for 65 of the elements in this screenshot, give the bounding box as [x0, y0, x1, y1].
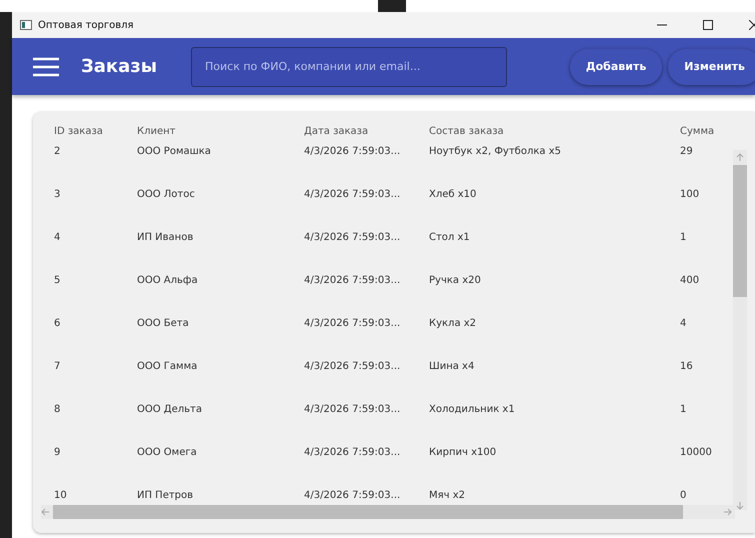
table-cell-text: 5 [54, 275, 60, 288]
table-cell-text: 4 [54, 232, 60, 245]
table-cell-text: ИП Иванов [137, 232, 194, 245]
table-cell-text: ООО Дельта [137, 404, 202, 417]
table-cell-text: ООО Лотос [137, 189, 195, 202]
table-cell-text: 4/3/2026 7:59:03... [304, 232, 400, 245]
table-cell-text: 4/3/2026 7:59:03... [304, 146, 400, 159]
table-cell-text: 0 [680, 490, 686, 503]
table-cell-text: 6 [54, 318, 60, 331]
table-cell-text: 29 [680, 146, 693, 159]
table-cell-text: 2 [54, 146, 60, 159]
table-cell-text: 10 [54, 490, 67, 503]
table-cell-text: 4/3/2026 7:59:03... [304, 189, 400, 202]
table-cell-text: 1 [680, 404, 686, 417]
column-header: ID заказа [54, 126, 103, 139]
header-button[interactable]: Изменить [668, 48, 755, 84]
maximize-icon[interactable] [703, 20, 713, 30]
column-header: Состав заказа [429, 126, 504, 139]
horizontal-scrollbar[interactable] [41, 505, 735, 519]
table-cell-text: Кукла x2 [429, 318, 476, 331]
table-cell-text: 4/3/2026 7:59:03... [304, 404, 400, 417]
table-cell-text: 4/3/2026 7:59:03... [304, 447, 400, 460]
table-cell-text: 100 [680, 189, 700, 202]
window-title: Оптовая торговля [38, 20, 134, 30]
table-cell-text: Кирпич x100 [429, 447, 496, 460]
search-field[interactable]: Поиск по ФИО, компании или email... [191, 46, 507, 86]
table-cell-text: 3 [54, 189, 60, 202]
left-arrow-icon[interactable] [41, 508, 49, 516]
table-cell-text: 4/3/2026 7:59:03... [304, 490, 400, 503]
table-cell-text: Ноутбук x2, Футболка x5 [429, 146, 561, 159]
table-cell-text: 4 [680, 318, 686, 331]
column-header: Дата заказа [304, 126, 368, 139]
table-cell-text: ИП Петров [137, 490, 194, 503]
table-cell-text: 4/3/2026 7:59:03... [304, 361, 400, 374]
table-cell-text: 7 [54, 361, 60, 374]
table-cell-text: Мяч x2 [429, 490, 466, 503]
table-cell-text: ООО Омега [137, 447, 197, 460]
header-button[interactable]: Добавить [570, 48, 662, 84]
page-title: Заказы [81, 56, 158, 77]
table-cell-text: Холодильник x1 [429, 404, 515, 417]
table-cell-text: 16 [680, 361, 693, 374]
table-cell-text: ООО Ромашка [137, 146, 211, 159]
down-arrow-icon[interactable] [736, 502, 744, 510]
table-cell-text: Ручка x20 [429, 275, 481, 288]
up-arrow-icon[interactable] [736, 153, 744, 161]
table-cell-text: 400 [680, 275, 700, 288]
table-cell-text: Шина x4 [429, 361, 474, 374]
table-cell-text: 4/3/2026 7:59:03... [304, 318, 400, 331]
table-cell-text: ООО Бета [137, 318, 189, 331]
table-cell-text: ООО Гамма [137, 361, 198, 374]
table-cell-text: 4/3/2026 7:59:03... [304, 275, 400, 288]
table-cell-text: 1 [680, 232, 686, 245]
app-icon [20, 20, 32, 30]
column-header: Клиент [137, 126, 176, 139]
table-cell-text: Хлеб x10 [429, 189, 476, 202]
table-cell-text: ООО Альфа [137, 275, 198, 288]
drag-handle-icon[interactable] [378, 0, 406, 12]
table-cell-text: Стол x1 [429, 232, 470, 245]
vertical-scrollbar[interactable] [733, 150, 747, 510]
table-cell-text: 8 [54, 404, 60, 417]
right-arrow-icon[interactable] [724, 508, 732, 516]
column-header: Сумма [680, 126, 714, 139]
table-cell-text: 10000 [680, 447, 712, 460]
menu-icon[interactable] [33, 56, 59, 76]
table-cell-text: 9 [54, 447, 60, 460]
